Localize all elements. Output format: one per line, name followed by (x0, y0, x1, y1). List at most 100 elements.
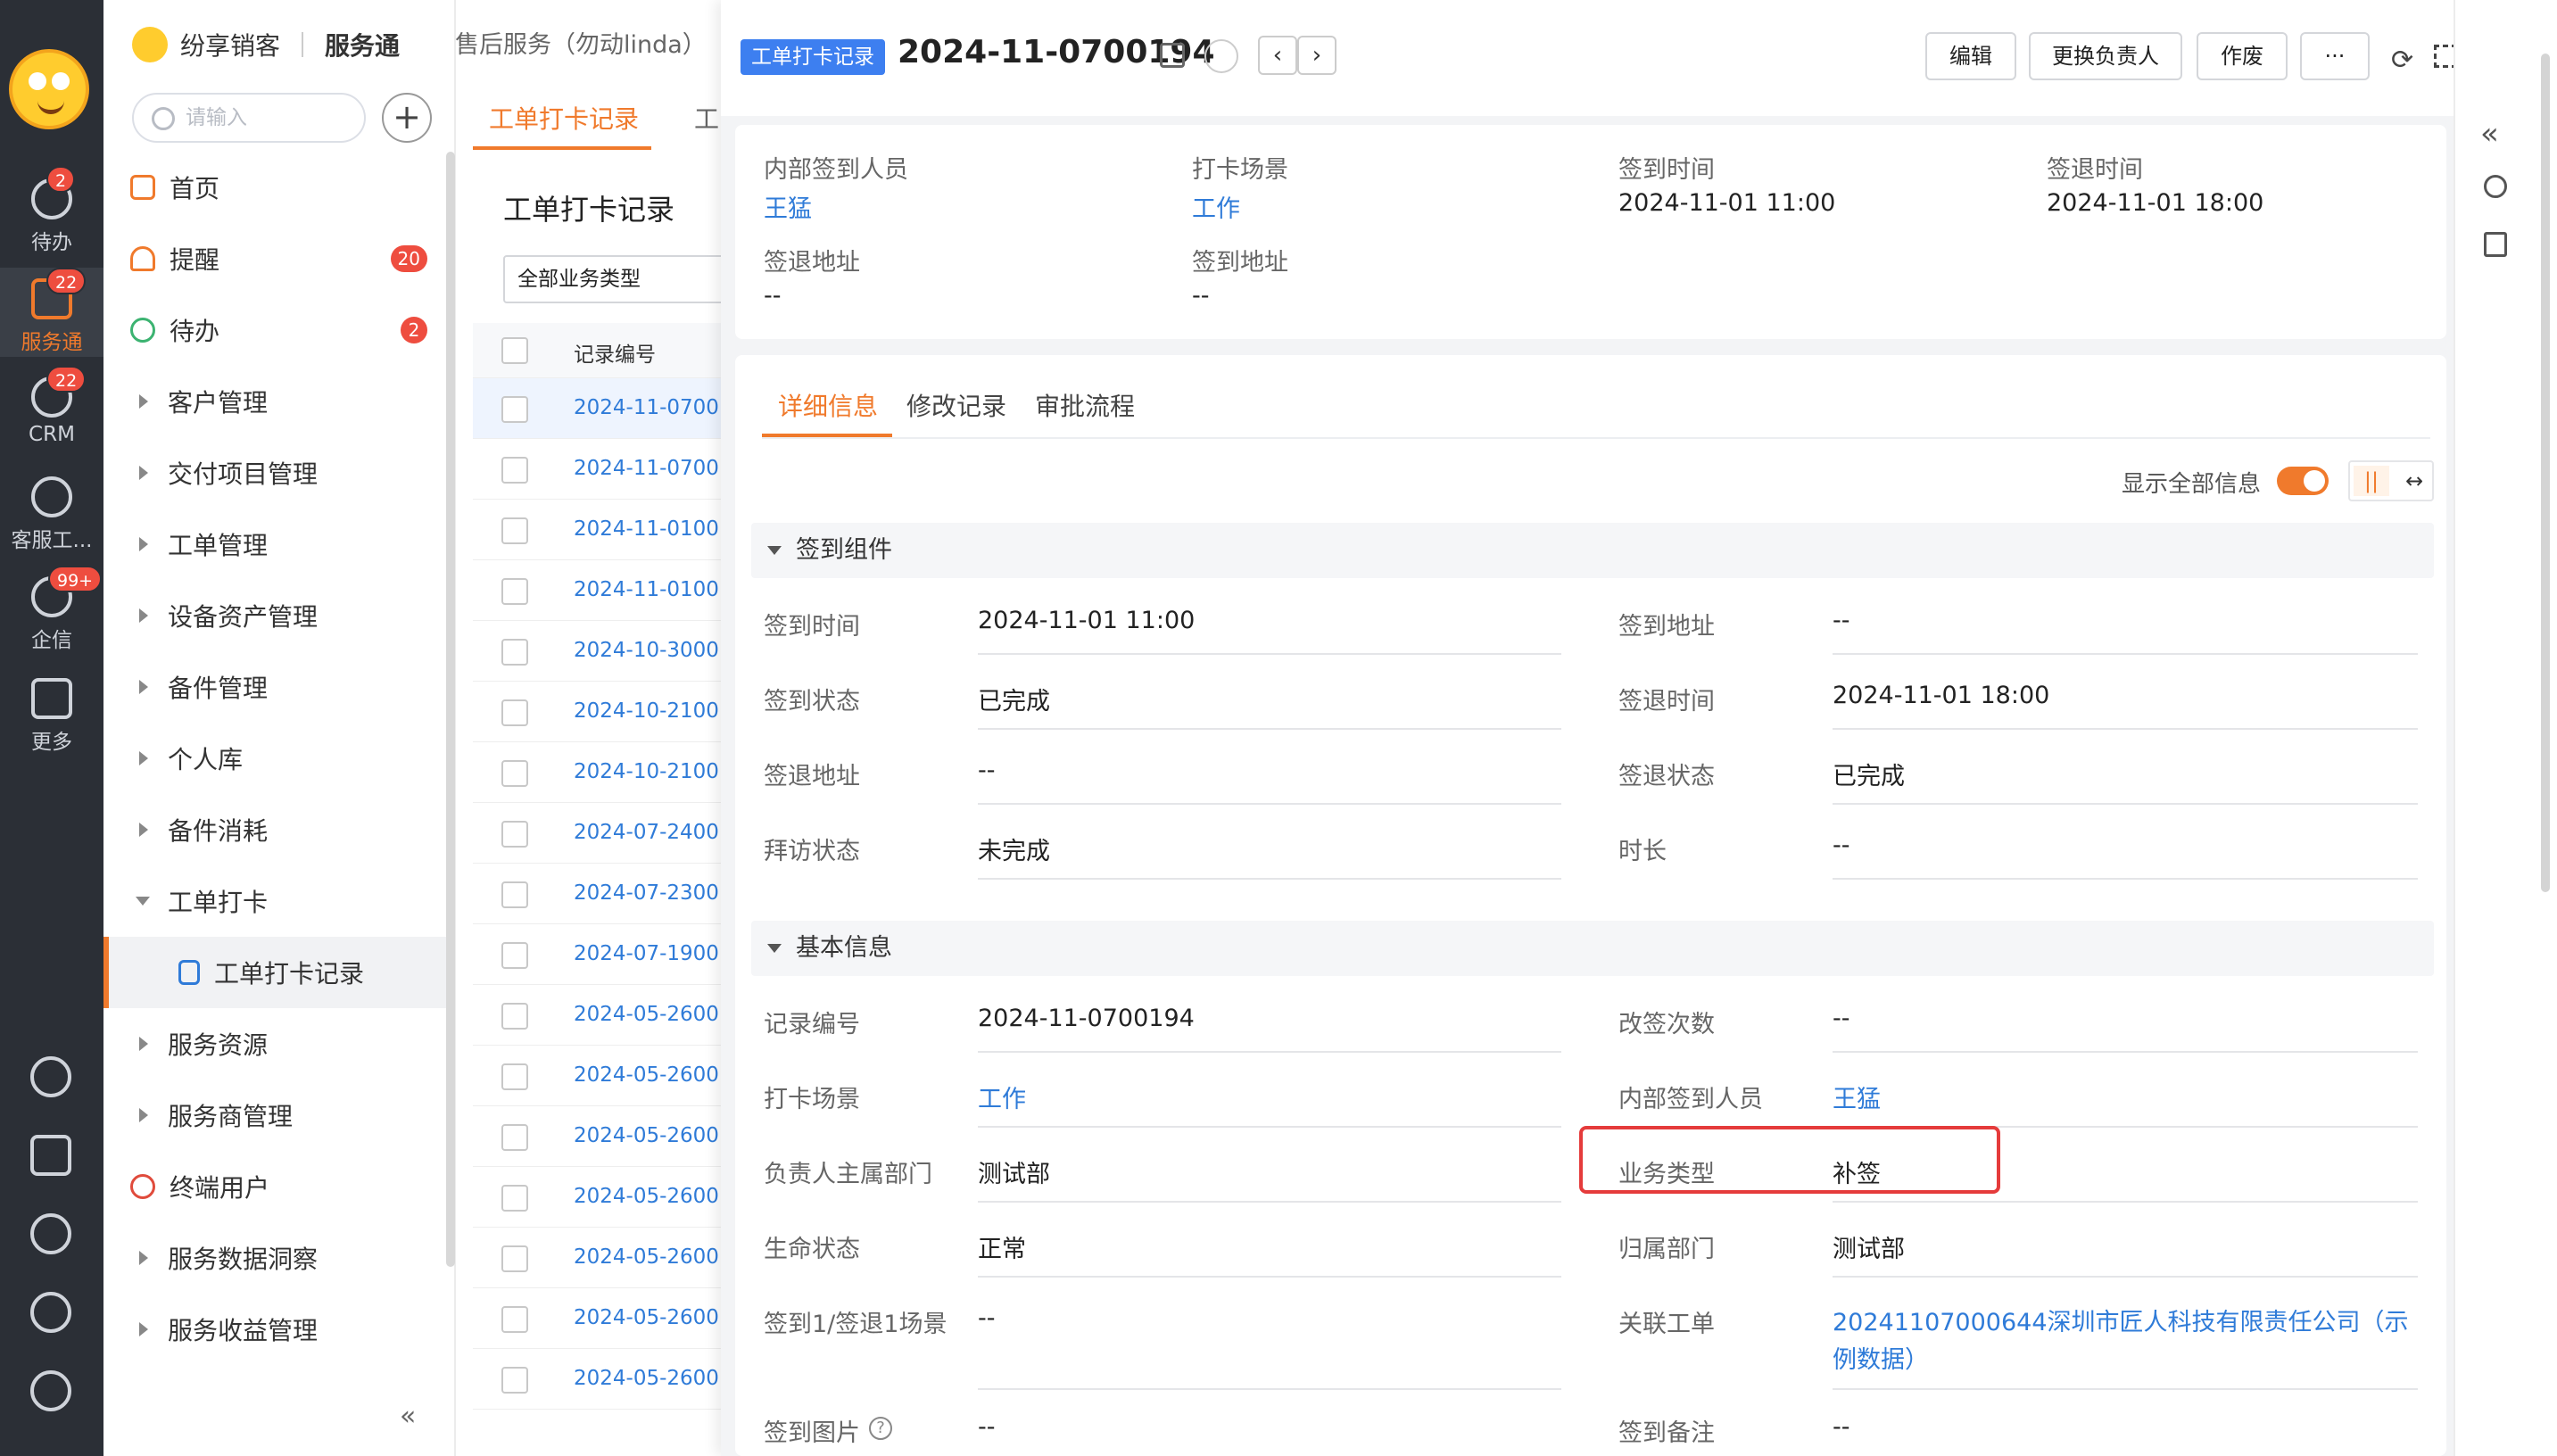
nav-item-checkin-record[interactable]: 工单打卡记录 (103, 937, 447, 1008)
edit-button[interactable]: 编辑 (1925, 32, 2016, 80)
nav-item-revenue[interactable]: 服务收益管理 (103, 1294, 447, 1365)
nav-item-spare[interactable]: 备件管理 (103, 651, 447, 723)
clock-icon[interactable] (30, 1213, 71, 1254)
nav-item-home[interactable]: 首页 (103, 152, 447, 223)
nav-scrollbar[interactable] (446, 152, 455, 1267)
row-checkbox[interactable] (501, 639, 528, 666)
lock-icon[interactable] (1160, 43, 1185, 68)
rail-badge: 22 (46, 366, 87, 393)
row-checkbox[interactable] (501, 699, 528, 726)
nav-item-customer[interactable]: 客户管理 (103, 366, 447, 437)
row-checkbox[interactable] (501, 1306, 528, 1333)
rail-item-support[interactable]: 客服工... (0, 476, 103, 553)
owner-link[interactable]: 王猛 (1833, 1080, 1881, 1114)
row-checkbox[interactable] (501, 821, 528, 848)
collapse-panel-icon[interactable]: « (2480, 116, 2499, 152)
field-underline (978, 1051, 1561, 1053)
list-row[interactable]: 2024-11-010019 (473, 560, 723, 621)
list-row[interactable]: 2024-10-210019 (473, 682, 723, 742)
wide-layout-icon[interactable]: ↔ (2396, 466, 2432, 496)
prev-record-button[interactable]: ‹ (1258, 36, 1297, 75)
list-row[interactable]: 2024-05-260019 (473, 1106, 723, 1167)
nav-item-remind[interactable]: 提醒 20 (103, 223, 447, 294)
field-underline (978, 653, 1561, 655)
nav-item-insight[interactable]: 服务数据洞察 (103, 1222, 447, 1294)
row-checkbox[interactable] (501, 942, 528, 969)
user-list-icon[interactable] (30, 1292, 71, 1333)
nav-item-enduser[interactable]: 终端用户 (103, 1151, 447, 1222)
change-owner-button[interactable]: 更换负责人 (2029, 32, 2182, 80)
row-checkbox[interactable] (501, 1003, 528, 1030)
list-row[interactable]: 2024-05-260019 (473, 1349, 723, 1410)
rail-item-more[interactable]: 更多 (0, 678, 103, 755)
row-checkbox[interactable] (501, 517, 528, 544)
nav-item-workorder[interactable]: 工单管理 (103, 509, 447, 580)
next-record-button[interactable]: › (1297, 36, 1336, 75)
scene-link[interactable]: 工作 (978, 1080, 1026, 1114)
tab-approval[interactable]: 审批流程 (1035, 387, 1135, 423)
list-row[interactable]: 2024-10-210019 (473, 742, 723, 803)
list-row[interactable]: 2024-07-230019 (473, 864, 723, 924)
settings-icon[interactable] (30, 1370, 71, 1411)
row-checkbox[interactable] (501, 1185, 528, 1212)
row-checkbox[interactable] (501, 1124, 528, 1151)
list-row[interactable]: 2024-05-260019 (473, 1228, 723, 1288)
nav-item-consume[interactable]: 备件消耗 (103, 794, 447, 865)
tab-history[interactable]: 修改记录 (906, 387, 1006, 423)
row-checkbox[interactable] (501, 578, 528, 605)
notebook-icon[interactable] (30, 1135, 71, 1176)
layout-switch[interactable]: || ↔ (2348, 460, 2434, 501)
tag-icon[interactable] (1204, 39, 1238, 73)
nav-item-checkin[interactable]: 工单打卡 (103, 865, 447, 937)
row-checkbox[interactable] (501, 1367, 528, 1394)
row-checkbox[interactable] (501, 396, 528, 423)
row-checkbox[interactable] (501, 1245, 528, 1272)
field-underline (1833, 1388, 2418, 1390)
list-row[interactable]: 2024-11-070019 (473, 439, 723, 500)
scene-link[interactable]: 工作 (1192, 189, 1240, 224)
nav-item-todo[interactable]: 待办 2 (103, 294, 447, 366)
help-icon[interactable]: ? (869, 1417, 892, 1440)
list-row[interactable]: 2024-07-190019 (473, 924, 723, 985)
refresh-icon[interactable]: ⟳ (2391, 45, 2413, 76)
list-row[interactable]: 2024-11-010019 (473, 500, 723, 560)
team-icon[interactable] (2484, 175, 2507, 198)
app-logo-icon[interactable] (9, 49, 89, 129)
row-checkbox[interactable] (501, 1063, 528, 1090)
nav-item-provider[interactable]: 服务商管理 (103, 1080, 447, 1151)
list-row[interactable]: 2024-05-260019 (473, 1288, 723, 1349)
panel-scrollbar[interactable] (2541, 54, 2550, 892)
add-button[interactable]: + (382, 93, 432, 143)
more-button[interactable]: ··· (2300, 32, 2370, 80)
section-checkin[interactable]: 签到组件 (751, 523, 2434, 578)
section-basic[interactable]: 基本信息 (751, 921, 2434, 976)
nav-item-personal[interactable]: 个人库 (103, 723, 447, 794)
show-all-toggle[interactable] (2277, 467, 2329, 495)
row-checkbox[interactable] (501, 760, 528, 787)
note-edit-icon[interactable] (2484, 232, 2507, 257)
owner-link[interactable]: 王猛 (764, 189, 812, 224)
select-all-checkbox[interactable] (501, 337, 528, 364)
collapse-left-icon[interactable]: « (400, 1401, 416, 1432)
list-row[interactable]: 2024-05-260019 (473, 1046, 723, 1106)
related-workorder-link[interactable]: 20241107000644深圳市匠人科技有限责任公司（示例数据） (1833, 1304, 2418, 1379)
breadcrumb[interactable]: 售后服务（勿动linda） (455, 25, 707, 60)
business-type-filter[interactable]: 全部业务类型 (503, 255, 735, 303)
list-row[interactable]: 2024-05-260019 (473, 1167, 723, 1228)
row-checkbox[interactable] (501, 457, 528, 484)
tab-other[interactable]: 工 (694, 100, 719, 136)
nav-item-project[interactable]: 交付项目管理 (103, 437, 447, 509)
list-row[interactable]: 2024-05-260019 (473, 985, 723, 1046)
column-layout-icon[interactable]: || (2354, 466, 2389, 496)
nav-search-input[interactable]: 请输入 (132, 93, 366, 143)
row-checkbox[interactable] (501, 881, 528, 908)
list-row[interactable]: 2024-11-070019 (473, 378, 723, 439)
tab-checkin-record[interactable]: 工单打卡记录 (489, 100, 639, 136)
nav-item-resource[interactable]: 服务资源 (103, 1008, 447, 1080)
tab-detail[interactable]: 详细信息 (778, 387, 878, 423)
void-button[interactable]: 作废 (2197, 32, 2288, 80)
nav-item-asset[interactable]: 设备资产管理 (103, 580, 447, 651)
help-icon[interactable] (30, 1056, 71, 1097)
list-row[interactable]: 2024-10-300019 (473, 621, 723, 682)
list-row[interactable]: 2024-07-240019 (473, 803, 723, 864)
